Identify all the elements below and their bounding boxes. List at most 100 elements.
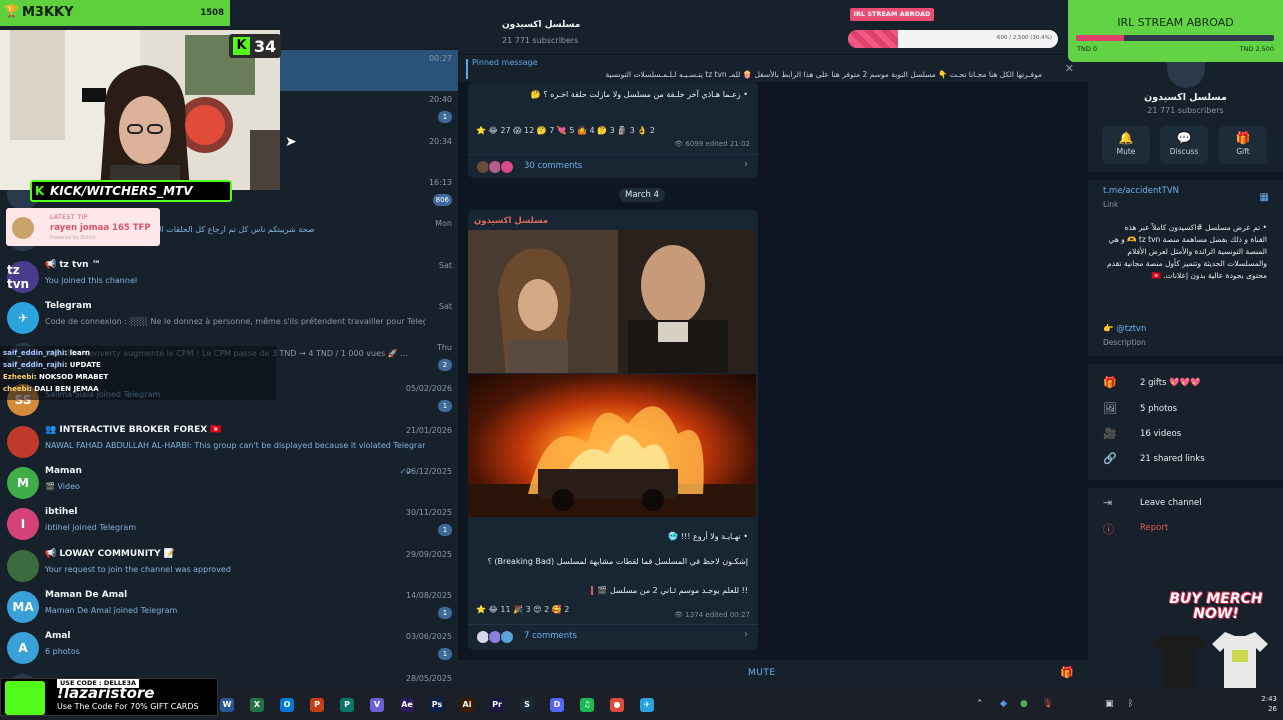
post-reactions[interactable]: ⭐ 😂 11 🎉 3 😍 2 🥰 2: [476, 605, 569, 614]
media-label: 5 photos: [1140, 404, 1178, 414]
taskbar-app-icon[interactable]: P: [310, 698, 324, 712]
close-icon[interactable]: ✕: [1065, 62, 1074, 75]
chat-line: saif_eddin_rajhi: UPDATE: [3, 361, 101, 369]
gift-button[interactable]: 🎁 Gift: [1219, 126, 1267, 164]
post-photo[interactable]: [468, 374, 756, 517]
taskbar-app-icon[interactable]: S: [520, 698, 534, 712]
chat-list-item[interactable]: A Amal 6 photos 03/06/2025 1: [0, 628, 458, 669]
chat-preview: Maman De Amal joined Telegram: [45, 605, 178, 615]
post-text: إشكـون لاحظ في المسلسل فما لقطات مشابهة …: [487, 557, 748, 566]
bluetooth-icon[interactable]: ᛒ: [1128, 699, 1133, 709]
avatar: [500, 160, 514, 174]
tray-app-icon[interactable]: ◆: [1000, 699, 1007, 709]
link-icon: 🔗: [1103, 452, 1117, 465]
promo-name: !lazaristore: [57, 684, 155, 702]
taskbar-app-icon[interactable]: Pr: [490, 698, 504, 712]
chat-date: 20:40: [428, 95, 452, 105]
taskbar-app-icon[interactable]: Ps: [430, 698, 444, 712]
qr-code-icon[interactable]: ▦: [1260, 192, 1269, 203]
post-photo[interactable]: [468, 230, 756, 373]
taskbar-app-icon[interactable]: ●: [610, 698, 624, 712]
gift-icon: 🎁: [1235, 131, 1251, 145]
chat-list-item[interactable]: ✈ Telegram Code de connexion : ░░░ Ne le d…: [0, 298, 458, 339]
chat-date: Thu: [436, 343, 452, 353]
post-meta: 👁 1374 edited 00:27: [674, 611, 750, 619]
channel-link[interactable]: t.me/accidentTVN: [1103, 186, 1179, 196]
post-author[interactable]: مسلسل اكسيدون: [474, 216, 758, 226]
chat-text: NOKSOD MRABET: [39, 373, 109, 381]
photos-row[interactable]: 🖼 5 photos: [1088, 398, 1283, 422]
chat-date: Sat: [438, 301, 452, 311]
unread-badge: 1: [438, 606, 452, 619]
taskbar-app-icon[interactable]: V: [370, 698, 384, 712]
links-row[interactable]: 🔗 21 shared links: [1088, 448, 1283, 472]
channel-description: • تم عرض مسلسل #اكسيدون كاملاً عبر هذه ا…: [1107, 223, 1267, 280]
chat-list-item[interactable]: M Maman 🎬 Video 06/12/2025 ✓✓: [0, 463, 458, 504]
taskbar-app-icon[interactable]: P: [340, 698, 354, 712]
taskbar-app-icon[interactable]: W: [220, 698, 234, 712]
taskbar-app-icon[interactable]: O: [280, 698, 294, 712]
chat-list-item[interactable]: Iibtihel ibtihel joined Telegram 30/11/202…: [0, 504, 458, 545]
irl-goal-card: IRL STREAM ABROAD TND 0 TND 2,500: [1068, 0, 1283, 62]
avatar: ✈: [7, 301, 39, 334]
post-text: • زعـما هـاذي آخر حلـقة من مسلسل ولا ماز…: [530, 90, 748, 99]
chat-list-item[interactable]: 📢 LOWAY COMMUNITY 📝 Your request to join …: [0, 546, 458, 587]
tip-sub: Powered by Botrix: [50, 235, 96, 241]
chat-date: Sat: [438, 260, 452, 270]
goal-progress-value: 600 / 2,500 (30.4%): [996, 35, 1052, 41]
chat-preview: You joined this channel: [45, 275, 138, 285]
leave-label: Leave channel: [1140, 498, 1202, 508]
comments-button[interactable]: 7 comments ›: [468, 624, 758, 648]
discuss-button[interactable]: 💬 Discuss: [1160, 126, 1208, 164]
taskbar-app-icon[interactable]: Ai: [460, 698, 474, 712]
channel-title[interactable]: مسلسل اكسيدون: [502, 20, 580, 30]
chat-list-item[interactable]: tz tvn 📢 tz tvn ™ You joined this channel S…: [0, 257, 458, 298]
info-actions: 🔔 Mute 💬 Discuss 🎁 Gift: [1088, 126, 1283, 166]
network-icon[interactable]: ▣: [1105, 699, 1114, 709]
taskbar-app-icon[interactable]: ✈: [640, 698, 654, 712]
chat-preview: Your request to join the channel was app…: [45, 564, 231, 574]
mute-bar: MUTE 🎁: [458, 660, 1088, 690]
warning-icon: ⓘ: [1103, 523, 1114, 536]
mute-button[interactable]: MUTE: [748, 668, 776, 678]
channel-post[interactable]: مسلسل اكسيدون • نهـايـة ولا أروع !!! 🥶 إ…: [468, 210, 758, 650]
chat-list-item[interactable]: 👥 INTERACTIVE BROKER FOREX 🇹🇳 NAWAL FAHAD…: [0, 422, 458, 463]
report-button[interactable]: ⓘ Report: [1088, 517, 1283, 541]
chat-date: 30/11/2025: [405, 508, 452, 518]
tray-app-icon[interactable]: ●: [1020, 699, 1028, 709]
videos-row[interactable]: 🎥 16 videos: [1088, 423, 1283, 447]
merch-overlay: BUY MERCH NOW!: [1150, 590, 1283, 690]
clock[interactable]: 2:43 26: [1261, 694, 1277, 714]
channel-post[interactable]: • زعـما هـاذي آخر حلـقة من مسلسل ولا ماز…: [468, 82, 758, 178]
taskbar-app-icon[interactable]: X: [250, 698, 264, 712]
chat-name: ibtihel: [45, 507, 78, 518]
pinned-message[interactable]: Pinned message موفـرتها الكل هنا مجـانا …: [458, 54, 1088, 82]
post-reactions[interactable]: ⭐ 😂 27 😱 12 🤔 7 💘 5 🤷 4 🤔 3 🗿 3 👌 2: [476, 126, 655, 135]
microphone-icon[interactable]: 🎙: [1042, 699, 1053, 709]
date-separator: March 4: [619, 188, 666, 202]
avatar: A: [7, 632, 39, 665]
chat-date: 05/02/2026: [405, 384, 452, 394]
pinned-label: Pinned message: [472, 58, 538, 67]
taskbar-app-icon[interactable]: D: [550, 698, 564, 712]
chat-list-item[interactable]: MA Maman De Amal Maman De Amal joined Tele…: [0, 587, 458, 628]
merch-title: BUY MERCH NOW!: [1169, 591, 1263, 622]
leave-channel-button[interactable]: ⇥ Leave channel: [1088, 492, 1283, 516]
mute-button[interactable]: 🔔 Mute: [1102, 126, 1150, 164]
post-text: • نهـايـة ولا أروع !!! 🥶: [668, 532, 748, 541]
pinned-indicator: [466, 59, 468, 79]
goal-min: TND 0: [1077, 45, 1098, 53]
description-link[interactable]: 👉 @tztvn: [1103, 324, 1146, 334]
chat-preview: Code de connexion : ░░░ Ne le donnez à p…: [45, 316, 425, 326]
channel-chat: مسلسل اكسيدون 21 771 subscribers Pinned …: [458, 0, 1088, 690]
irl-card-title: IRL STREAM ABROAD: [1117, 16, 1234, 29]
gift-icon[interactable]: 🎁: [1060, 666, 1074, 679]
comments-button[interactable]: 30 comments ›: [468, 154, 758, 178]
divider: [1088, 480, 1283, 488]
post-meta: 👁 6099 edited 21:02: [674, 140, 750, 148]
chat-name: Telegram: [45, 300, 92, 311]
taskbar-app-icon[interactable]: Ae: [400, 698, 414, 712]
taskbar-app-icon[interactable]: ♫: [580, 698, 594, 712]
gifts-row[interactable]: 🎁 2 gifts 💖💖💖: [1088, 372, 1283, 396]
chevron-up-icon[interactable]: ⌃: [976, 699, 984, 709]
